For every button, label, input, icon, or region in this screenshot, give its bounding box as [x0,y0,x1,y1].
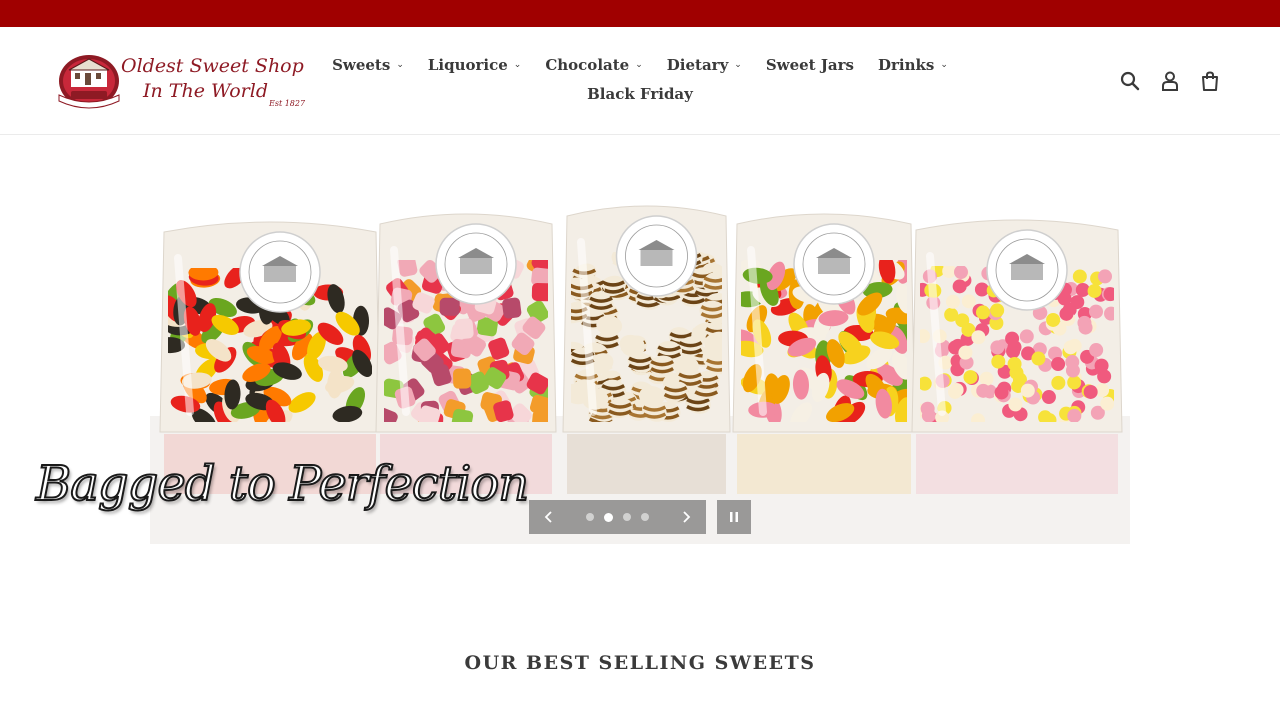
slider-pause-button[interactable] [717,500,751,534]
nav-item-drinks[interactable]: Drinks ⌄ [866,54,960,76]
search-button[interactable] [1110,67,1150,95]
chevron-down-icon: ⌄ [635,60,643,70]
search-icon [1120,71,1140,91]
nav-row-primary: Sweets ⌄ Liquorice ⌄ Chocolate ⌄ Dietary ⌄ S… [332,54,948,76]
chevron-right-icon [683,511,691,523]
slider-dots [569,512,666,522]
main-nav: Sweets ⌄ Liquorice ⌄ Chocolate ⌄ Dietary ⌄ S… [332,54,948,114]
nav-item-chocolate[interactable]: Chocolate ⌄ [533,54,654,76]
chevron-down-icon: ⌄ [513,60,522,70]
account-button[interactable] [1150,67,1190,95]
logo-text-line1: Oldest Sweet Shop [121,55,304,77]
header-icons [1110,67,1230,95]
hero-slideshow: Bagged to Perfection [0,136,1280,544]
slider-dot-4[interactable] [641,513,649,521]
nav-item-sweet-jars[interactable]: Sweet Jars [754,54,866,76]
announcement-bar [0,0,1280,27]
shop-emblem-icon [58,55,120,109]
nav-item-black-friday[interactable]: Black Friday [575,83,705,105]
slider-dot-1[interactable] [586,513,594,521]
site-logo[interactable]: Oldest Sweet Shop In The World Est 1827 [55,51,307,111]
slider-dot-2[interactable] [604,512,613,522]
slider-dot-3[interactable] [623,513,631,521]
chevron-down-icon: ⌄ [940,60,948,70]
chevron-down-icon: ⌄ [734,60,742,70]
hero-tagline: Bagged to Perfection [35,455,530,513]
best-sellers-heading: OUR BEST SELLING SWEETS [464,652,816,674]
account-icon [1162,71,1178,91]
logo-text-line2: In The World [143,80,268,102]
nav-item-dietary[interactable]: Dietary ⌄ [655,54,754,76]
chevron-left-icon [544,511,552,523]
nav-row-secondary: Black Friday [340,83,940,105]
logo-established: Est 1827 [269,99,306,108]
cart-button[interactable] [1190,67,1230,95]
pause-icon [730,512,738,522]
slider-next-button[interactable] [666,500,706,534]
slider-prev-button[interactable] [529,500,569,534]
cart-icon [1202,71,1218,91]
nav-item-liquorice[interactable]: Liquorice ⌄ [416,54,533,76]
chevron-down-icon: ⌄ [396,60,404,70]
nav-item-sweets[interactable]: Sweets ⌄ [320,54,416,76]
site-header: Oldest Sweet Shop In The World Est 1827 … [0,27,1280,135]
slider-controls [529,500,706,534]
